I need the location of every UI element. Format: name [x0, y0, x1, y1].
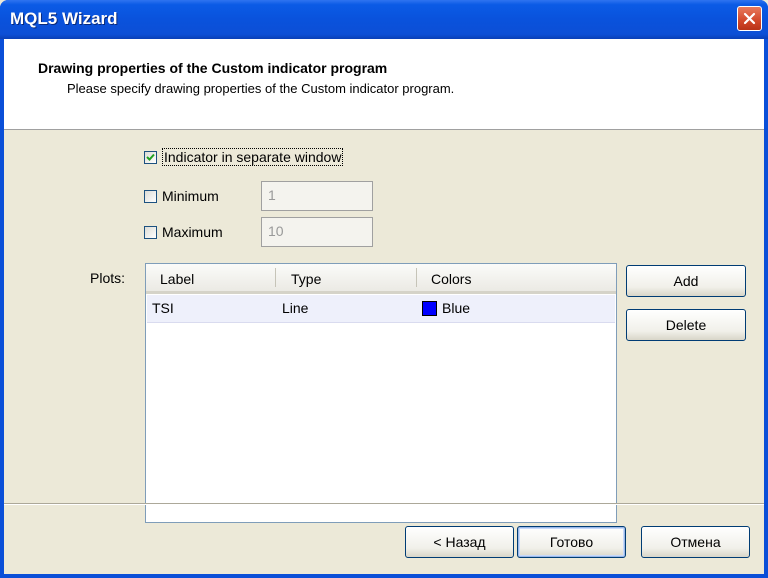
column-separator[interactable]: [416, 268, 417, 287]
window-title: MQL5 Wizard: [10, 9, 118, 28]
close-icon: [743, 12, 756, 25]
header-panel: Drawing properties of the Custom indicat…: [4, 39, 764, 130]
color-swatch: [422, 301, 437, 316]
wizard-window: MQL5 Wizard Drawing properties of the Cu…: [0, 0, 768, 578]
page-subtitle: Please specify drawing properties of the…: [67, 81, 455, 96]
plots-label: Plots:: [90, 270, 126, 286]
dialog-client: Drawing properties of the Custom indicat…: [4, 39, 764, 574]
delete-button[interactable]: Delete: [626, 309, 746, 341]
cancel-button[interactable]: Отмена: [641, 526, 750, 558]
maximum-label: Maximum: [162, 224, 223, 240]
finish-button[interactable]: Готово: [517, 526, 626, 558]
table-row[interactable]: TSI Line Blue: [147, 295, 615, 323]
maximum-checkbox[interactable]: [144, 225, 157, 239]
title-bar[interactable]: MQL5 Wizard: [0, 0, 768, 39]
maximum-option[interactable]: Maximum: [144, 224, 223, 240]
separate-window-option[interactable]: Indicator in separate window: [144, 148, 344, 166]
plot-label-cell: TSI: [152, 300, 174, 316]
separate-window-label: Indicator in separate window: [162, 148, 344, 166]
back-button[interactable]: < Назад: [405, 526, 514, 558]
minimum-input[interactable]: 1: [261, 181, 373, 211]
column-label[interactable]: Label: [160, 271, 194, 287]
page-title: Drawing properties of the Custom indicat…: [38, 60, 388, 76]
column-colors[interactable]: Colors: [431, 271, 471, 287]
plots-list[interactable]: Label Type Colors TSI Line Blue: [145, 263, 617, 523]
maximum-input[interactable]: 10: [261, 217, 373, 247]
minimum-checkbox[interactable]: [144, 189, 157, 203]
column-type[interactable]: Type: [291, 271, 321, 287]
add-button[interactable]: Add: [626, 265, 746, 297]
footer-divider: [4, 503, 764, 505]
minimum-label: Minimum: [162, 188, 219, 204]
separate-window-checkbox[interactable]: [144, 150, 157, 164]
minimum-option[interactable]: Minimum: [144, 188, 219, 204]
checkmark-icon: [146, 153, 155, 161]
column-separator[interactable]: [275, 268, 276, 287]
close-button[interactable]: [737, 6, 762, 31]
plot-type-cell: Line: [282, 300, 309, 316]
plots-list-header: Label Type Colors: [146, 264, 616, 294]
plot-color-cell: Blue: [442, 300, 471, 316]
